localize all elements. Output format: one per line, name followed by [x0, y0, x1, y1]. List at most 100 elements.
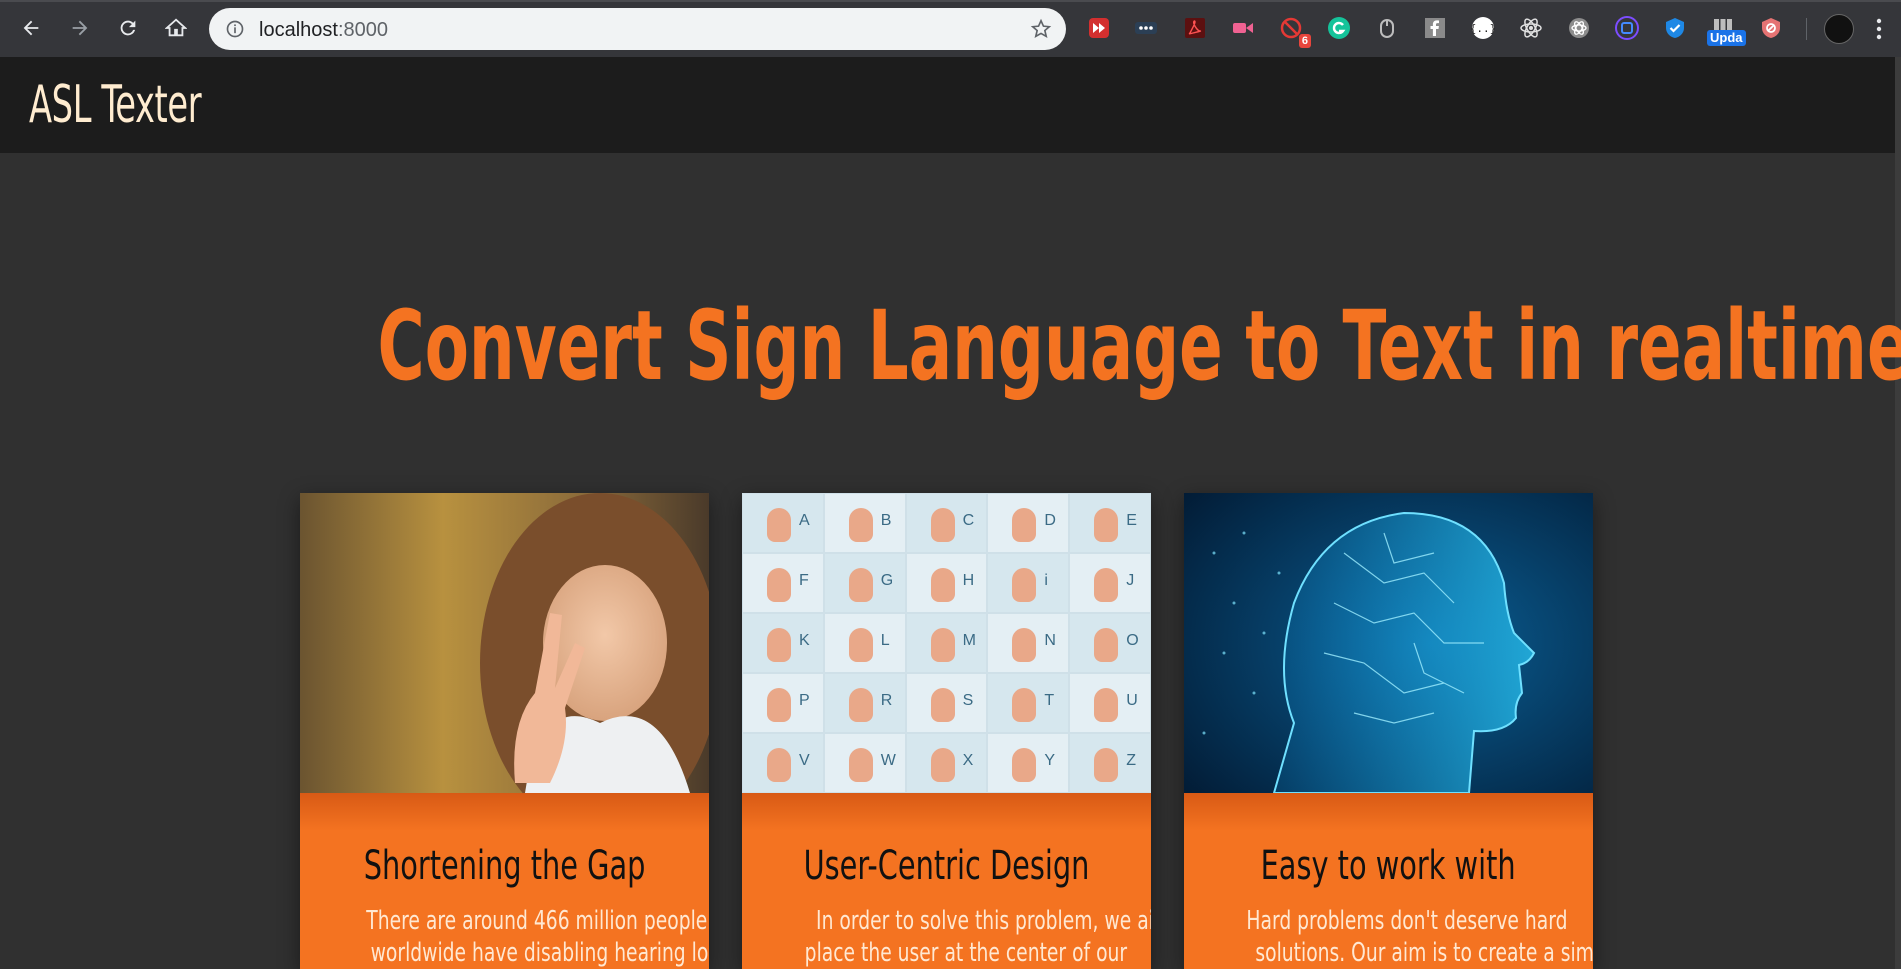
back-button[interactable] — [16, 13, 46, 43]
hero-headline: Convert Sign Language to Text in realtim… — [0, 290, 1901, 402]
extension-shield[interactable] — [1663, 16, 1687, 40]
profile-avatar[interactable] — [1824, 14, 1854, 44]
alphabet-tile: D — [987, 493, 1070, 553]
reload-button[interactable] — [113, 13, 143, 43]
feature-card-body: Shortening the Gap There are around 466 … — [300, 793, 709, 969]
card-desc-line: Hard problems don't deserve hard — [1246, 906, 1568, 936]
browser-toolbar: localhost:8000 6 {..} Upda — [0, 0, 1901, 57]
child-signing-image — [300, 493, 709, 793]
hand-sign-icon — [1094, 568, 1119, 602]
hand-sign-icon — [1094, 748, 1119, 782]
alphabet-tile: K — [742, 613, 824, 673]
card-description: There are around 466 million people worl… — [300, 905, 709, 969]
reload-icon — [120, 20, 136, 36]
hand-sign-icon — [848, 688, 873, 722]
alphabet-letter: V — [799, 752, 810, 769]
more-vert-icon[interactable] — [1876, 18, 1882, 40]
extension-grammarly[interactable] — [1327, 16, 1351, 40]
url-text[interactable]: localhost:8000 — [259, 19, 388, 42]
alphabet-letter: W — [880, 752, 896, 769]
alphabet-tile: F — [742, 553, 824, 613]
alphabet-tile: V — [742, 733, 824, 793]
alphabet-letter: X — [962, 752, 974, 769]
alphabet-letter: H — [962, 572, 975, 589]
hand-sign-icon — [930, 508, 955, 542]
alphabet-letter: N — [1044, 632, 1056, 649]
alphabet-letter: K — [799, 632, 810, 649]
extension-fastforward[interactable] — [1087, 16, 1111, 40]
feature-card-design: A B C D E F G Hi J K L M N O P R S T U V W X Y Z User-Centric D… — [742, 493, 1151, 969]
card-title: User-Centric Design — [742, 843, 1151, 889]
card-desc-line: In order to solve this problem, we aim t… — [816, 906, 1151, 936]
grammarly-icon — [1328, 17, 1350, 39]
svg-text:{..}: {..} — [1471, 22, 1495, 35]
alphabet-tile: M — [905, 613, 988, 673]
hand-sign-icon — [1012, 568, 1037, 602]
hand-sign-icon — [848, 568, 873, 602]
alphabet-tile: P — [742, 673, 824, 733]
hand-sign-icon — [1012, 748, 1037, 782]
address-bar[interactable]: localhost:8000 — [209, 8, 1066, 50]
extension-redux-devtools[interactable] — [1567, 16, 1591, 40]
alphabet-letter: S — [962, 692, 974, 709]
extension-pdf[interactable] — [1183, 16, 1207, 40]
arrow-left-icon — [23, 20, 39, 36]
extension-blocker[interactable]: 6 — [1279, 16, 1311, 48]
rounded-square-icon — [1615, 16, 1639, 40]
facebook-icon — [1425, 18, 1445, 38]
alphabet-tile: C — [905, 493, 988, 553]
hand-sign-icon — [848, 508, 873, 542]
site-brand[interactable]: ASL Texter — [29, 75, 202, 135]
alphabet-tile: H — [905, 553, 988, 613]
extension-badge: 6 — [1298, 34, 1311, 48]
extension-mouse[interactable] — [1375, 16, 1399, 40]
alphabet-tile: B — [823, 493, 906, 553]
alphabet-letter: D — [1044, 512, 1056, 529]
ai-head-image — [1184, 493, 1593, 793]
card-title-text: User-Centric Design — [803, 843, 1090, 889]
alphabet-letter: Z — [1126, 752, 1136, 769]
react-atom-icon — [1520, 18, 1542, 38]
shield-block-icon — [1762, 18, 1780, 38]
alphabet-letter: P — [799, 692, 810, 709]
hand-sign-icon — [1012, 628, 1037, 662]
alphabet-letter: U — [1126, 692, 1138, 709]
extension-react-devtools[interactable] — [1519, 16, 1543, 40]
alphabet-tile: W — [823, 733, 906, 793]
hand-sign-icon — [930, 568, 955, 602]
video-camera-icon — [1233, 23, 1253, 33]
shield-check-icon — [1666, 18, 1684, 38]
extension-square[interactable] — [1615, 16, 1639, 40]
extension-security[interactable] — [1759, 16, 1783, 40]
page-scrollbar[interactable] — [1895, 57, 1901, 969]
hand-sign-icon — [1094, 688, 1119, 722]
card-desc-line: There are around 466 million people — [366, 906, 708, 936]
alphabet-letter: L — [880, 632, 890, 649]
alphabet-tile: U — [1069, 673, 1151, 733]
alphabet-tile: i — [987, 553, 1070, 613]
alphabet-letter: R — [880, 692, 893, 709]
bookmark-star-icon[interactable] — [1030, 18, 1052, 40]
alphabet-letter: G — [880, 572, 894, 589]
arrow-right-icon — [72, 20, 88, 36]
alphabet-letter: E — [1126, 512, 1137, 529]
json-braces-icon: {..} — [1471, 17, 1495, 39]
hand-sign-icon — [767, 748, 791, 782]
extension-reader[interactable]: Upda — [1707, 16, 1746, 46]
asl-alphabet-image: A B C D E F G Hi J K L M N O P R S T U V W X Y Z — [742, 493, 1151, 793]
tab-strip-edge — [0, 0, 1901, 2]
alphabet-tile: G — [823, 553, 906, 613]
alphabet-letter: A — [799, 512, 810, 529]
alphabet-tile: S — [905, 673, 988, 733]
home-icon — [165, 18, 187, 37]
card-desc-line: worldwide have disabling hearing loss. — [370, 938, 709, 968]
home-button[interactable] — [161, 13, 191, 43]
extension-json[interactable]: {..} — [1471, 16, 1495, 40]
card-title: Easy to work with — [1184, 843, 1593, 889]
feature-card-gap: Shortening the Gap There are around 466 … — [300, 493, 709, 969]
extension-facebook[interactable] — [1423, 16, 1447, 40]
info-icon[interactable] — [225, 19, 245, 39]
forward-button[interactable] — [65, 13, 95, 43]
extension-recorder[interactable] — [1231, 16, 1255, 40]
extension-password[interactable] — [1134, 16, 1158, 40]
